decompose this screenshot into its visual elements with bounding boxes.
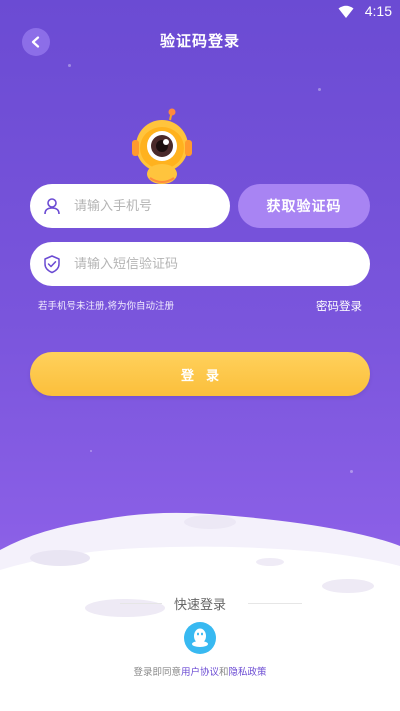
user-icon [44,198,60,215]
agreement-text: 登录即同意用户协议和隐私政策 [0,664,400,678]
login-button[interactable]: 登录 [30,352,370,396]
agreement-prefix: 登录即同意 [133,667,181,678]
qq-icon [192,628,208,647]
wifi-icon [338,5,354,18]
sms-code-input[interactable] [74,256,370,272]
mascot-robot-icon [132,108,192,184]
quick-login-label: 快速登录 [173,598,226,613]
password-login-link[interactable]: 密码登录 [316,298,362,314]
phone-input[interactable] [74,198,244,214]
qq-login-button[interactable] [184,622,216,654]
privacy-policy-link[interactable]: 隐私政策 [229,667,267,678]
page-title: 验证码登录 [159,32,240,50]
register-hint: 若手机号未注册,将为你自动注册 [38,301,175,312]
decor-star [90,450,92,452]
status-time: 4:15 [364,3,392,19]
decor-star [68,64,71,67]
user-agreement-link[interactable]: 用户协议 [181,667,219,678]
phone-field[interactable] [30,184,244,228]
agreement-and: 和 [219,667,229,678]
status-bar: 4:15 [0,0,400,24]
decor-star [350,470,353,473]
decor-star [318,88,321,91]
shield-check-icon [44,255,60,274]
login-screen: 4:15 验证码登录 获取验证码 [0,0,400,711]
get-code-button[interactable]: 获取验证码 [238,184,370,228]
divider [248,603,302,604]
sms-code-field[interactable] [30,242,370,286]
